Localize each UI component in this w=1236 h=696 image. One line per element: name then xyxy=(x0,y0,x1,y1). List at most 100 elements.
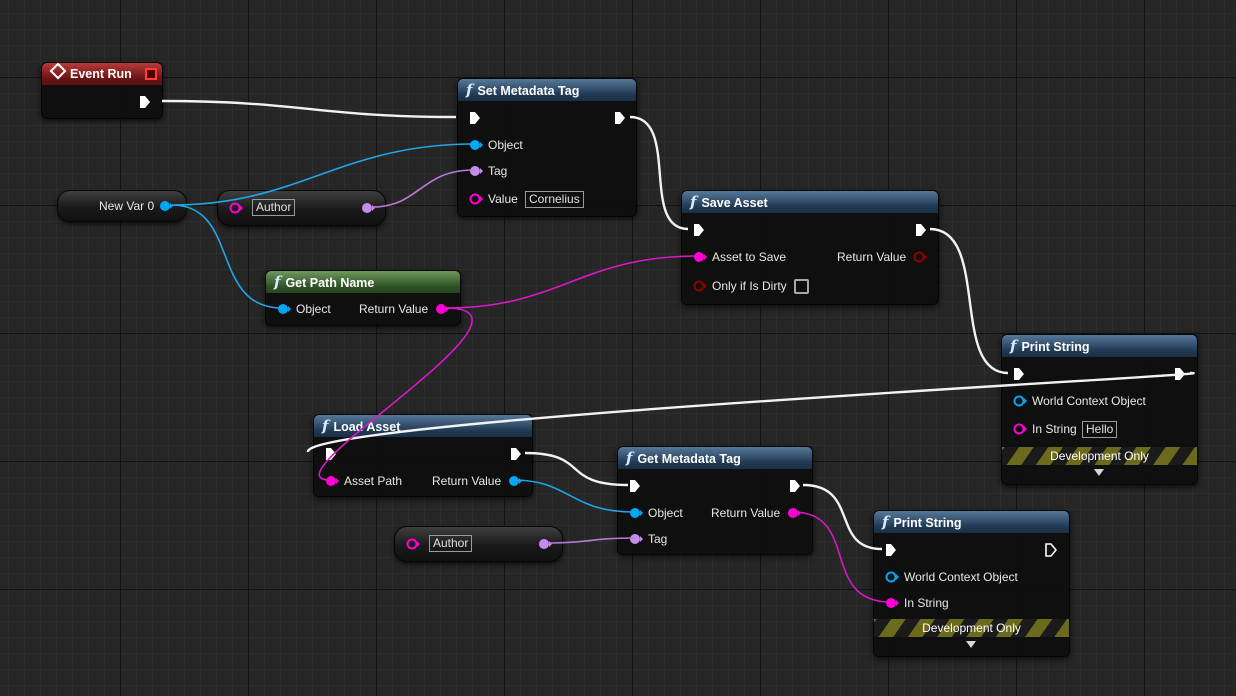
exec-out-pin[interactable] xyxy=(915,223,927,237)
world-context-pin[interactable] xyxy=(1013,395,1027,407)
save-asset-node[interactable]: f Save Asset Asset to Save Return Value O… xyxy=(681,190,939,305)
asset-to-save-pin[interactable] xyxy=(693,251,707,263)
event-icon xyxy=(49,62,67,80)
exec-in-pin[interactable] xyxy=(693,223,705,237)
print-string-title-1: Print String xyxy=(1021,340,1090,354)
new-var-label: New Var 0 xyxy=(99,199,155,213)
object-input-pin[interactable] xyxy=(277,303,291,315)
get-path-name-header[interactable]: f Get Path Name xyxy=(266,271,460,293)
print-string-node-1[interactable]: f Print String World Context Object In St… xyxy=(1001,334,1198,485)
return-value-label: Return Value xyxy=(837,250,907,264)
object-pin-label: Object xyxy=(488,138,523,152)
event-run-header[interactable]: Event Run xyxy=(42,62,162,85)
set-metadata-tag-header[interactable]: f Set Metadata Tag xyxy=(458,79,636,101)
exec-in-pin[interactable] xyxy=(885,543,897,557)
return-value-pin[interactable] xyxy=(435,303,449,315)
exec-out-pin[interactable] xyxy=(1045,543,1057,557)
print-string-header-1[interactable]: f Print String xyxy=(1002,335,1197,357)
exec-out-pin[interactable] xyxy=(614,111,626,125)
asset-to-save-label: Asset to Save xyxy=(712,250,787,264)
world-context-label: World Context Object xyxy=(1032,394,1146,408)
value-input-pin[interactable] xyxy=(469,193,483,205)
new-var-output-pin[interactable] xyxy=(159,200,173,212)
return-value-label: Return Value xyxy=(432,474,502,488)
save-asset-title: Save Asset xyxy=(701,196,768,210)
print-string-node-2[interactable]: f Print String World Context Object In St… xyxy=(873,510,1070,657)
return-value-pin[interactable] xyxy=(787,507,801,519)
value-textbox[interactable]: Cornelius xyxy=(525,191,584,208)
function-icon: f xyxy=(882,513,889,531)
function-icon: f xyxy=(322,417,329,435)
author-textbox-2[interactable]: Author xyxy=(429,535,473,552)
function-icon: f xyxy=(626,449,633,467)
development-only-banner: Development Only xyxy=(1002,447,1197,465)
asset-path-pin[interactable] xyxy=(325,475,339,487)
get-metadata-tag-node[interactable]: f Get Metadata Tag Object Return Value Ta… xyxy=(617,446,813,555)
return-value-pin[interactable] xyxy=(508,475,522,487)
exec-out-pin[interactable] xyxy=(139,95,151,109)
expand-arrow-icon[interactable] xyxy=(1094,469,1104,476)
in-string-pin[interactable] xyxy=(885,597,899,609)
exec-out-pin[interactable] xyxy=(789,479,801,493)
get-metadata-tag-title: Get Metadata Tag xyxy=(637,452,741,466)
print-string-header-2[interactable]: f Print String xyxy=(874,511,1069,533)
string-wire-path-to-save-asset xyxy=(445,255,699,309)
author-literal-node-1[interactable]: Author xyxy=(217,190,386,226)
in-string-textbox[interactable]: Hello xyxy=(1082,421,1118,438)
new-var-getter-node[interactable]: New Var 0 xyxy=(57,190,187,222)
return-value-label: Return Value xyxy=(711,506,781,520)
get-metadata-tag-header[interactable]: f Get Metadata Tag xyxy=(618,447,812,469)
function-icon: f xyxy=(690,193,697,211)
development-only-banner: Development Only xyxy=(874,619,1069,637)
expand-arrow-icon[interactable] xyxy=(966,641,976,648)
print-string-title-2: Print String xyxy=(893,516,962,530)
value-pin-label: Value xyxy=(488,192,518,206)
function-icon: f xyxy=(466,81,473,99)
world-context-label: World Context Object xyxy=(904,570,1018,584)
function-icon: f xyxy=(274,273,281,291)
tag-pin-label: Tag xyxy=(648,532,668,546)
only-if-dirty-checkbox[interactable] xyxy=(794,279,809,294)
author-input-pin-2[interactable] xyxy=(406,538,420,550)
object-input-pin[interactable] xyxy=(629,507,643,519)
object-pin-label: Object xyxy=(296,302,331,316)
exec-wire-load-asset-to-get-metadata xyxy=(524,451,629,487)
tag-input-pin[interactable] xyxy=(469,165,483,177)
world-context-pin[interactable] xyxy=(885,571,899,583)
event-run-node[interactable]: Event Run xyxy=(41,62,163,119)
tag-pin-label: Tag xyxy=(488,164,508,178)
return-value-label: Return Value xyxy=(359,302,429,316)
exec-out-pin[interactable] xyxy=(510,447,522,461)
exec-wire-get-metadata-to-print-string xyxy=(802,483,883,551)
in-string-pin[interactable] xyxy=(1013,423,1027,435)
set-metadata-tag-title: Set Metadata Tag xyxy=(477,84,580,98)
event-delegate-pin[interactable] xyxy=(145,68,157,80)
author-output-pin-1[interactable] xyxy=(361,202,375,214)
author-textbox-1[interactable]: Author xyxy=(252,199,296,216)
load-asset-node[interactable]: f Load Asset Asset Path Return Value xyxy=(313,414,533,497)
get-path-name-node[interactable]: f Get Path Name Object Return Value xyxy=(265,270,461,326)
exec-in-pin[interactable] xyxy=(629,479,641,493)
author-literal-node-2[interactable]: Author xyxy=(394,526,563,562)
exec-in-pin[interactable] xyxy=(469,111,481,125)
only-if-dirty-pin[interactable] xyxy=(693,280,707,292)
object-pin-label: Object xyxy=(648,506,683,520)
load-asset-title: Load Asset xyxy=(333,420,401,434)
only-if-dirty-label: Only if Is Dirty xyxy=(712,279,787,293)
exec-wire-save-asset-to-print-string xyxy=(929,227,1009,375)
exec-out-pin[interactable] xyxy=(1174,367,1186,381)
in-string-label: In String xyxy=(1032,422,1077,436)
set-metadata-tag-node[interactable]: f Set Metadata Tag Object Tag Value Corne… xyxy=(457,78,637,217)
exec-in-pin[interactable] xyxy=(325,447,337,461)
function-icon: f xyxy=(1010,337,1017,355)
author-output-pin-2[interactable] xyxy=(538,538,552,550)
save-asset-header[interactable]: f Save Asset xyxy=(682,191,938,213)
object-input-pin[interactable] xyxy=(469,139,483,151)
exec-wire-set-metadata-to-save-asset xyxy=(629,115,689,231)
author-input-pin-1[interactable] xyxy=(229,202,243,214)
tag-input-pin[interactable] xyxy=(629,533,643,545)
exec-wire-event-to-set-metadata xyxy=(161,99,457,119)
load-asset-header[interactable]: f Load Asset xyxy=(314,415,532,437)
exec-in-pin[interactable] xyxy=(1013,367,1025,381)
return-value-pin[interactable] xyxy=(913,251,927,263)
